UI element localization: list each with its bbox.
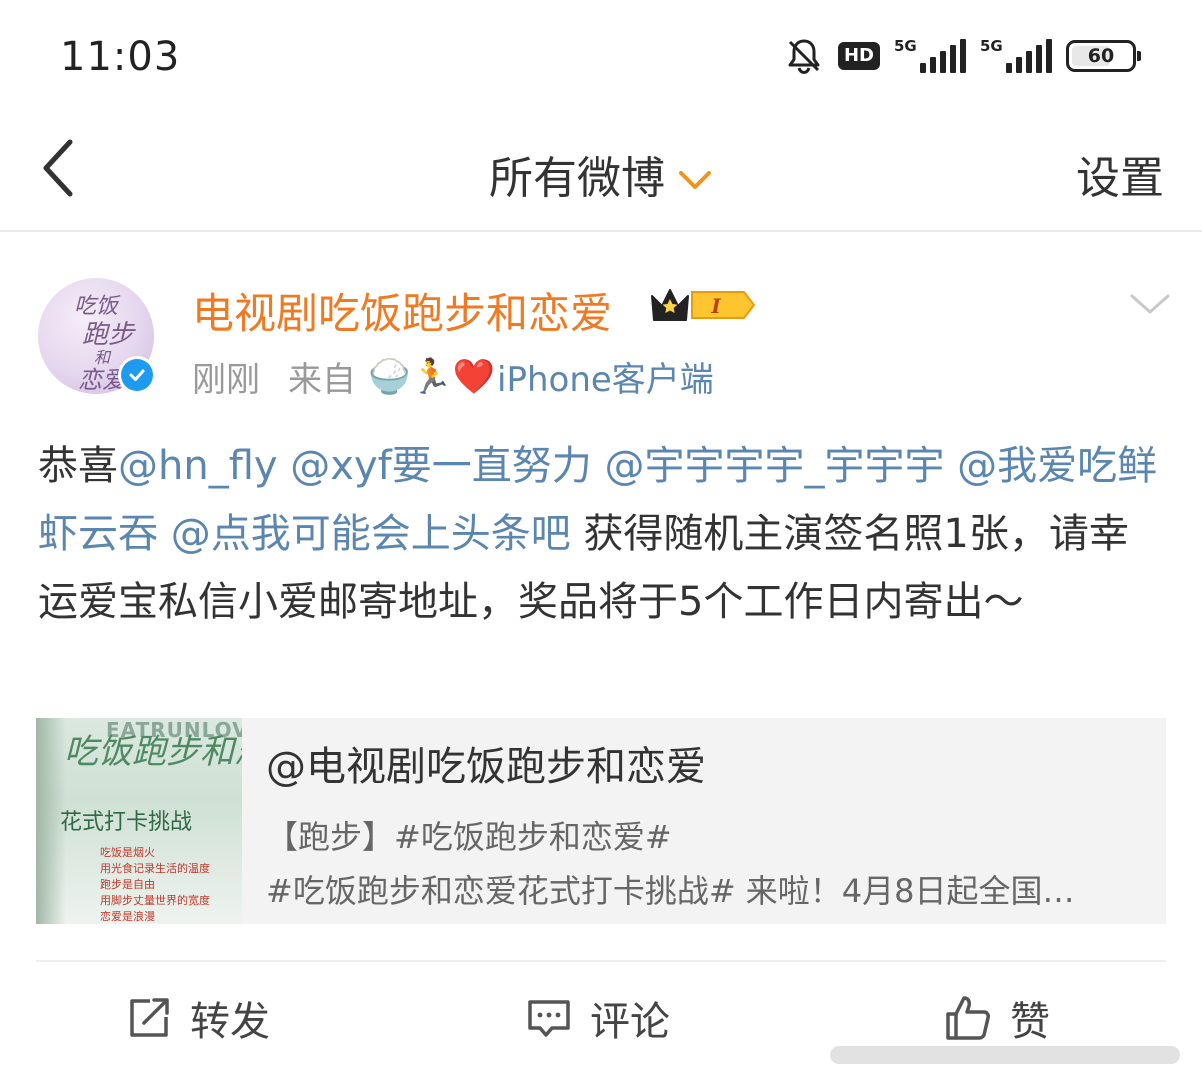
settings-button[interactable]: 设置 (1076, 142, 1164, 206)
page-title: 所有微博 (489, 153, 665, 204)
source-emoji: 🍚🏃❤️ (368, 356, 496, 397)
battery-icon: 60 (1066, 40, 1141, 72)
post-time: 刚刚 (192, 360, 260, 400)
content-prefix: 恭喜 (38, 443, 118, 489)
thumbs-up-icon (946, 996, 990, 1040)
card-line-1: 【跑步】#吃饭跑步和恋爱# (266, 818, 672, 856)
signal-icon-1: 5G (894, 37, 966, 73)
status-icons: HD 5G 5G 60 (784, 34, 1141, 78)
post-content: 恭喜@hn_fly @xyf要一直努力 @宇宇宇宇_宇宇宇 @我爱吃鲜虾云吞 @… (38, 432, 1168, 636)
post-source[interactable]: iPhone客户端 (497, 352, 714, 401)
member-crown-badge-icon[interactable]: I (646, 284, 758, 326)
mention-link[interactable]: @点我可能会上头条吧 (171, 511, 571, 557)
filter-dropdown[interactable]: 所有微博 (0, 142, 1202, 206)
weibo-post: 吃饭 跑步 和 恋爱 电视剧吃饭跑步和恋爱 I 刚刚 来自 🍚🏃❤️ iPhon… (0, 234, 1202, 1080)
card-thumbnail: EATRUNLOVE 吃饭跑步和恋爱 花式打卡挑战 吃饭是烟火 用光食记录生活的… (36, 718, 242, 924)
gesture-bar (0, 1036, 1202, 1080)
status-time: 11:03 (60, 34, 181, 80)
from-label: 来自 (288, 360, 356, 400)
divider (36, 960, 1166, 962)
mention-link[interactable]: @宇宇宇宇_宇宇宇 (604, 443, 944, 489)
battery-level: 60 (1087, 45, 1115, 67)
mute-bell-icon (788, 39, 820, 75)
hd-badge: HD (837, 42, 880, 70)
card-title: @电视剧吃饭跑步和恋爱 (266, 744, 706, 790)
comment-icon (528, 1000, 570, 1037)
svg-text:I: I (710, 294, 721, 318)
mention-link[interactable]: @hn_fly (118, 443, 278, 489)
verified-badge-icon (118, 356, 156, 394)
repost-icon (130, 998, 169, 1037)
post-meta: 刚刚 来自 🍚🏃❤️ iPhone客户端 (192, 352, 714, 401)
username[interactable]: 电视剧吃饭跑步和恋爱 (192, 280, 612, 341)
mention-link[interactable]: @xyf要一直努力 (290, 443, 591, 489)
quoted-post-card[interactable]: EATRUNLOVE 吃饭跑步和恋爱 花式打卡挑战 吃饭是烟火 用光食记录生活的… (36, 718, 1166, 924)
nav-bar: 所有微博 设置 (0, 112, 1202, 232)
status-bar: 11:03 HD 5G 5G 60 (0, 0, 1202, 112)
signal-icon-2: 5G (980, 37, 1052, 73)
card-line-2: #吃饭跑步和恋爱花式打卡挑战# 来啦！4月8日起全国… (266, 872, 1075, 910)
chevron-down-icon (679, 171, 711, 189)
gesture-pill[interactable] (830, 1046, 1180, 1064)
more-options-chevron-icon[interactable] (1128, 292, 1172, 316)
